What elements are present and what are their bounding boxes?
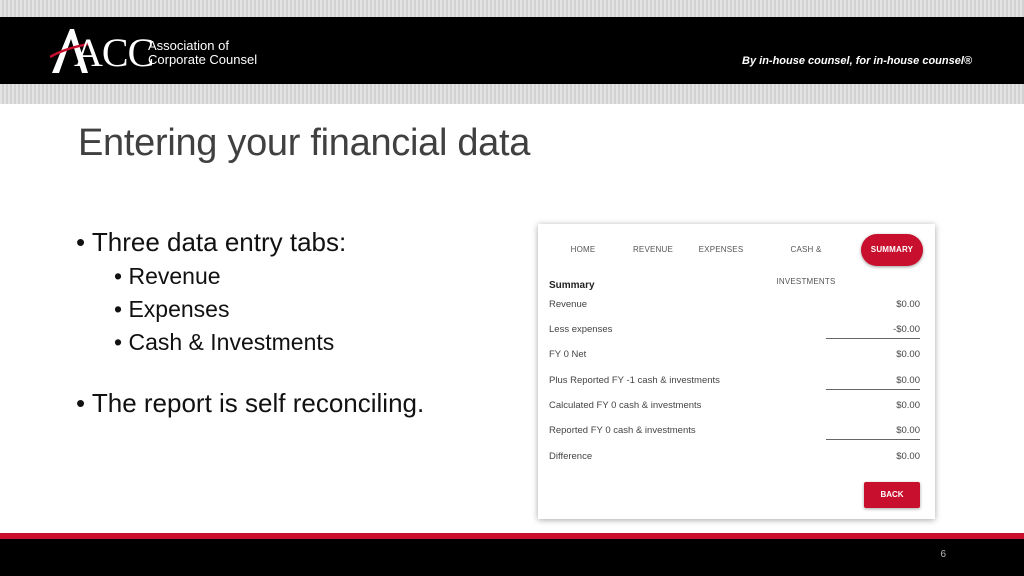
tab-summary[interactable]: SUMMARY xyxy=(861,234,923,266)
logo-text: Association of Corporate Counsel xyxy=(148,39,257,67)
row-value: $0.00 xyxy=(896,349,920,360)
header-bar: ACC Association of Corporate Counsel By … xyxy=(0,17,1024,84)
row-value: $0.00 xyxy=(896,375,920,386)
tab-bar: HOME REVENUE EXPENSES CASH & INVESTMENTS… xyxy=(538,234,935,286)
row-value: -$0.00 xyxy=(893,324,920,335)
row-label: Difference xyxy=(549,451,593,462)
sub-bullet-revenue: Revenue xyxy=(114,260,424,293)
row-value: $0.00 xyxy=(896,299,920,310)
logo-line1: Association of xyxy=(148,38,229,53)
summary-row-reported: Reported FY 0 cash & investments $0.00 xyxy=(549,425,920,441)
sub-bullet-cash-investments: Cash & Investments xyxy=(114,326,424,359)
sub-bullet-expenses: Expenses xyxy=(114,293,424,326)
slide-title: Entering your financial data xyxy=(78,122,531,164)
row-value: $0.00 xyxy=(896,400,920,411)
summary-screenshot-panel: HOME REVENUE EXPENSES CASH & INVESTMENTS… xyxy=(538,224,935,519)
sub-bullet-list: Revenue Expenses Cash & Investments xyxy=(114,260,424,359)
summary-row-difference: Difference $0.00 xyxy=(549,451,920,467)
summary-row-plus-reported: Plus Reported FY -1 cash & investments $… xyxy=(549,375,920,391)
summary-row-revenue: Revenue $0.00 xyxy=(549,299,920,315)
tab-home[interactable]: HOME xyxy=(554,234,612,266)
row-underline xyxy=(826,338,920,339)
tab-expenses[interactable]: EXPENSES xyxy=(692,234,750,266)
row-label: Plus Reported FY -1 cash & investments xyxy=(549,375,720,386)
row-value: $0.00 xyxy=(896,451,920,462)
row-label: FY 0 Net xyxy=(549,349,587,360)
logo-mark: ACC xyxy=(74,30,154,75)
summary-row-fy0-net: FY 0 Net $0.00 xyxy=(549,349,920,365)
row-label: Calculated FY 0 cash & investments xyxy=(549,400,702,411)
row-label: Revenue xyxy=(549,299,588,310)
back-button[interactable]: BACK xyxy=(864,482,920,508)
logo-line2: Corporate Counsel xyxy=(148,52,258,67)
summary-row-less-expenses: Less expenses -$0.00 xyxy=(549,324,920,340)
row-label: Less expenses xyxy=(549,324,613,335)
row-value: $0.00 xyxy=(896,425,920,436)
footer-bar: 6 xyxy=(0,539,1024,576)
row-label: Reported FY 0 cash & investments xyxy=(549,425,696,436)
tagline: By in-house counsel, for in-house counse… xyxy=(742,55,972,67)
tab-revenue[interactable]: REVENUE xyxy=(624,234,682,266)
acc-logo: ACC Association of Corporate Counsel xyxy=(50,27,270,75)
row-underline xyxy=(826,439,920,440)
page-number: 6 xyxy=(940,549,946,560)
row-underline xyxy=(826,389,920,390)
tab-cash-investments[interactable]: CASH & INVESTMENTS xyxy=(760,234,852,286)
bullet-data-entry-tabs: Three data entry tabs: xyxy=(76,226,424,258)
bullet-list: Three data entry tabs: Revenue Expenses … xyxy=(76,226,424,419)
summary-row-calculated: Calculated FY 0 cash & investments $0.00 xyxy=(549,400,920,416)
summary-heading: Summary xyxy=(549,280,595,291)
bullet-self-reconciling: The report is self reconciling. xyxy=(76,387,424,419)
